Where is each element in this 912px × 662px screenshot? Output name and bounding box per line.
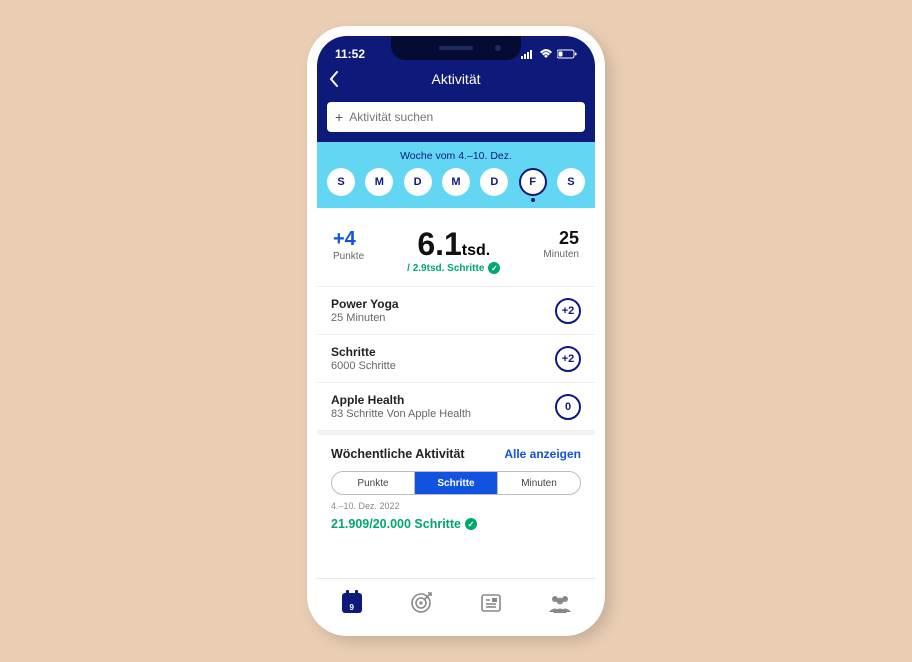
points-label: Punkte <box>333 251 364 262</box>
cellular-icon <box>521 49 535 59</box>
chevron-left-icon <box>329 71 339 87</box>
search-wrap: + <box>317 94 595 142</box>
item-points-badge: 0 <box>555 394 581 420</box>
item-title: Schritte <box>331 345 396 359</box>
search-box[interactable]: + <box>327 102 585 132</box>
weekly-progress: 21.909/20.000 Schritte ✓ <box>331 517 581 531</box>
check-icon: ✓ <box>465 518 477 530</box>
weekly-date-range: 4.–10. Dez. 2022 <box>331 501 581 511</box>
show-all-link[interactable]: Alle anzeigen <box>504 447 581 461</box>
item-subtitle: 83 Schritte Von Apple Health <box>331 408 471 420</box>
nav-news[interactable] <box>477 589 505 617</box>
weekly-header: Wöchentliche Aktivität Alle anzeigen <box>331 447 581 461</box>
segment-punkte[interactable]: Punkte <box>332 472 415 494</box>
phone-frame: 11:52 Aktivität + Woc <box>307 26 605 636</box>
people-icon <box>547 592 573 614</box>
activity-list: Power Yoga 25 Minuten +2 Schritte 6000 S… <box>317 286 595 431</box>
item-points-badge: +2 <box>555 346 581 372</box>
status-icons <box>521 49 577 59</box>
segment-control: Punkte Schritte Minuten <box>331 471 581 495</box>
summary-steps: 6.1tsd. / 2.9tsd. Schritte ✓ <box>364 228 543 274</box>
calendar-icon: 9 <box>342 593 362 613</box>
segment-schritte[interactable]: Schritte <box>415 472 498 494</box>
item-text: Power Yoga 25 Minuten <box>331 297 399 324</box>
list-item[interactable]: Schritte 6000 Schritte +2 <box>317 335 595 383</box>
calendar-day-number: 9 <box>342 603 362 612</box>
points-value: +4 <box>333 228 364 251</box>
battery-icon <box>557 49 577 59</box>
search-input[interactable] <box>349 110 577 124</box>
segment-minuten[interactable]: Minuten <box>498 472 580 494</box>
minutes-label: Minuten <box>543 249 579 260</box>
notch-camera <box>495 45 501 51</box>
nav-goals[interactable] <box>407 589 435 617</box>
page-title: Aktivität <box>431 71 480 87</box>
news-icon <box>480 592 502 614</box>
week-days: S M D M D F S <box>327 168 585 196</box>
list-item[interactable]: Apple Health 83 Schritte Von Apple Healt… <box>317 383 595 431</box>
day-button[interactable]: S <box>327 168 355 196</box>
weekly-section: Wöchentliche Aktivität Alle anzeigen Pun… <box>317 431 595 537</box>
item-title: Apple Health <box>331 393 471 407</box>
status-time: 11:52 <box>335 47 365 61</box>
day-button[interactable]: D <box>480 168 508 196</box>
week-label: Woche vom 4.–10. Dez. <box>327 150 585 162</box>
summary-points: +4 Punkte <box>333 228 364 262</box>
item-subtitle: 25 Minuten <box>331 312 399 324</box>
target-icon <box>410 592 432 614</box>
check-icon: ✓ <box>488 262 500 274</box>
item-text: Apple Health 83 Schritte Von Apple Healt… <box>331 393 471 420</box>
plus-icon: + <box>335 109 343 125</box>
day-button-selected[interactable]: F <box>519 168 547 196</box>
weekly-progress-text: 21.909/20.000 Schritte <box>331 517 461 531</box>
nav-community[interactable] <box>546 589 574 617</box>
list-item[interactable]: Power Yoga 25 Minuten +2 <box>317 287 595 335</box>
steps-value-row: 6.1tsd. <box>364 228 543 260</box>
steps-unit: tsd. <box>462 242 490 259</box>
steps-value: 6.1 <box>417 226 461 262</box>
day-button[interactable]: S <box>557 168 585 196</box>
steps-goal: / 2.9tsd. Schritte ✓ <box>364 262 543 274</box>
summary-minutes: 25 Minuten <box>543 228 579 260</box>
back-button[interactable] <box>329 71 339 87</box>
content-area[interactable]: +4 Punkte 6.1tsd. / 2.9tsd. Schritte ✓ 2… <box>317 208 595 578</box>
day-button[interactable]: M <box>365 168 393 196</box>
item-title: Power Yoga <box>331 297 399 311</box>
day-button[interactable]: M <box>442 168 470 196</box>
day-button[interactable]: D <box>404 168 432 196</box>
title-row: Aktivität <box>317 64 595 94</box>
notch-speaker <box>439 46 473 50</box>
item-points-badge: +2 <box>555 298 581 324</box>
summary-row: +4 Punkte 6.1tsd. / 2.9tsd. Schritte ✓ 2… <box>317 208 595 286</box>
bottom-nav: 9 <box>317 578 595 626</box>
week-strip: Woche vom 4.–10. Dez. S M D M D F S <box>317 142 595 208</box>
minutes-value: 25 <box>543 228 579 249</box>
steps-goal-text: / 2.9tsd. Schritte <box>407 263 484 274</box>
item-text: Schritte 6000 Schritte <box>331 345 396 372</box>
phone-notch <box>391 36 521 60</box>
item-subtitle: 6000 Schritte <box>331 360 396 372</box>
phone-screen: 11:52 Aktivität + Woc <box>317 36 595 626</box>
weekly-title: Wöchentliche Aktivität <box>331 447 465 461</box>
nav-calendar[interactable]: 9 <box>338 589 366 617</box>
wifi-icon <box>539 49 553 59</box>
